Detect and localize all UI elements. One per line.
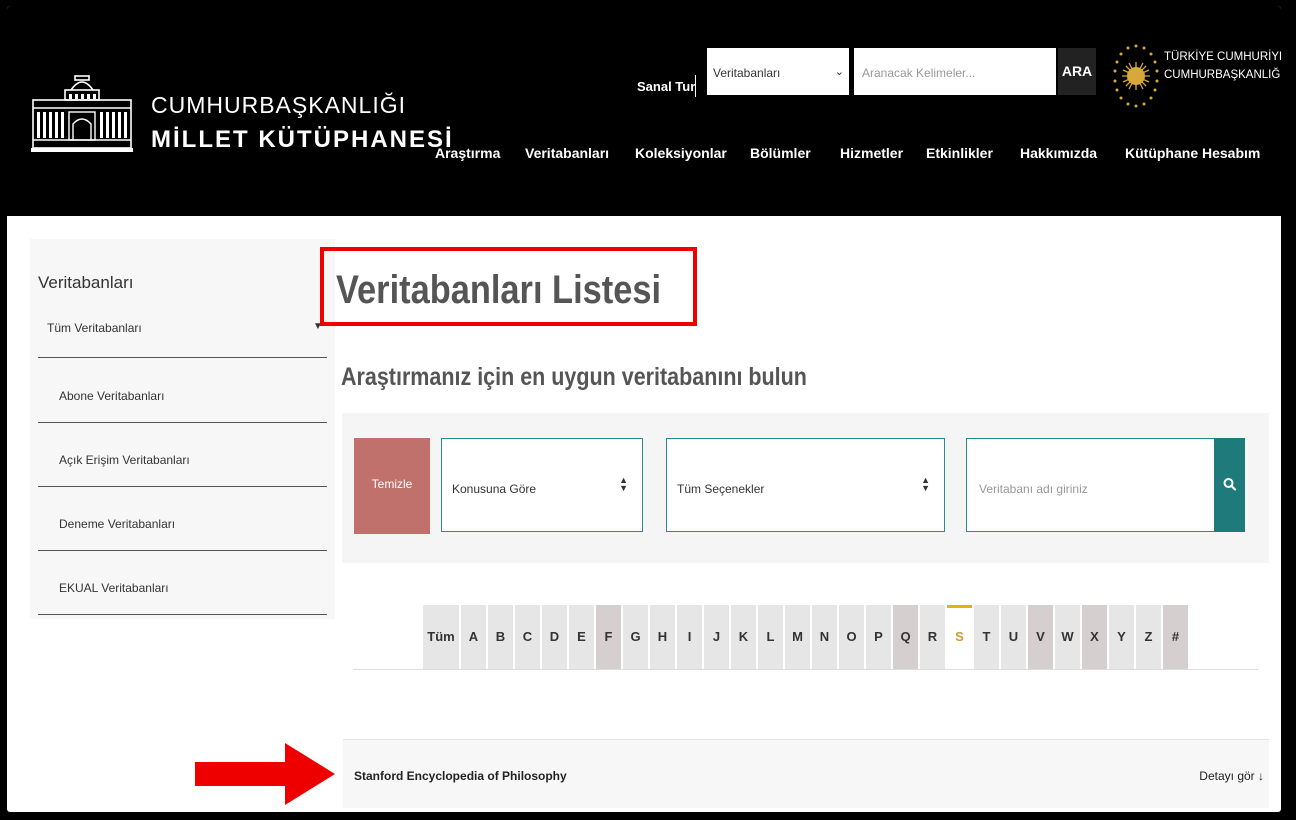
- subject-select-value: Konusuna Göre: [452, 482, 537, 496]
- search-scope-value: Veritabanları: [713, 66, 781, 80]
- alphabet-tab-z[interactable]: Z: [1136, 605, 1161, 669]
- alphabet-tab-r[interactable]: R: [920, 605, 945, 669]
- options-select[interactable]: Tüm Seçenekler ▲ ▼: [666, 438, 945, 532]
- alphabet-tab-a[interactable]: A: [461, 605, 486, 669]
- options-select-value: Tüm Seçenekler: [677, 482, 765, 496]
- database-name-placeholder: Veritabanı adı giriniz: [979, 482, 1088, 496]
- divider: [38, 486, 327, 487]
- alphabet-tab-m[interactable]: M: [785, 605, 810, 669]
- sort-arrows-icon: ▲ ▼: [921, 475, 930, 493]
- sidebar-title: Veritabanları: [38, 273, 134, 292]
- nav-veritabanlari[interactable]: Veritabanları: [525, 145, 609, 161]
- nav-hakkimizda[interactable]: Hakkımızda: [1020, 145, 1097, 161]
- chevron-down-icon: ⌄: [834, 66, 844, 78]
- divider: [353, 669, 1258, 670]
- database-name-input[interactable]: Veritabanı adı giriniz: [966, 438, 1216, 532]
- arrow-right-icon: [195, 743, 335, 805]
- sidebar-item-deneme[interactable]: Deneme Veritabanları: [59, 517, 175, 531]
- highlight-annotation-box: [320, 247, 697, 326]
- alphabet-tab-p[interactable]: P: [866, 605, 891, 669]
- clear-button[interactable]: Temizle: [354, 438, 430, 534]
- alphabet-tab-tüm[interactable]: Tüm: [423, 605, 459, 669]
- gov-text-line1: TÜRKİYE CUMHURİYETİ: [1164, 51, 1281, 63]
- alphabet-tab-i[interactable]: I: [677, 605, 702, 669]
- browser-page: CUMHURBAŞKANLIĞI MİLLET KÜTÜPHANESİ Sana…: [7, 6, 1281, 812]
- alphabet-tab-n[interactable]: N: [812, 605, 837, 669]
- details-link[interactable]: Detayı gör ↓: [1199, 769, 1264, 783]
- nav-bolumler[interactable]: Bölümler: [750, 145, 811, 161]
- alphabet-tab-t[interactable]: T: [974, 605, 999, 669]
- nav-hizmetler[interactable]: Hizmetler: [840, 145, 903, 161]
- site-header: CUMHURBAŞKANLIĞI MİLLET KÜTÜPHANESİ Sana…: [7, 6, 1281, 216]
- nav-etkinlikler[interactable]: Etkinlikler: [926, 145, 993, 161]
- search-button[interactable]: ARA: [1058, 48, 1096, 95]
- alphabet-tab-b[interactable]: B: [488, 605, 513, 669]
- nav-arastirma[interactable]: Araştırma: [435, 145, 500, 161]
- nav-koleksiyonlar[interactable]: Koleksiyonlar: [635, 145, 727, 161]
- list-item[interactable]: Stanford Encyclopedia of Philosophy Deta…: [343, 739, 1269, 808]
- divider: [38, 422, 327, 423]
- page-subtitle: Araştırmanız için en uygun veritabanını …: [341, 363, 807, 391]
- library-building-icon: [31, 75, 133, 152]
- search-scope-select[interactable]: Veritabanları ⌄: [707, 48, 849, 95]
- alphabet-tab-d[interactable]: D: [542, 605, 567, 669]
- search-icon: [1223, 478, 1237, 491]
- alphabet-tab-c[interactable]: C: [515, 605, 540, 669]
- logo-text-line2: MİLLET KÜTÜPHANESİ: [151, 126, 454, 153]
- alphabet-tab-s[interactable]: S: [947, 605, 972, 669]
- alphabet-tab-l[interactable]: L: [758, 605, 783, 669]
- sort-arrows-icon: ▲ ▼: [619, 475, 628, 493]
- alphabet-tab-f[interactable]: F: [596, 605, 621, 669]
- keyword-search-placeholder: Aranacak Kelimeler...: [862, 66, 976, 80]
- sidebar-item-tum-veritabanlari[interactable]: Tüm Veritabanları: [47, 321, 142, 335]
- nav-kutuphane-hesabim[interactable]: Kütüphane Hesabım: [1125, 145, 1260, 161]
- alphabet-tab-h[interactable]: H: [650, 605, 675, 669]
- filter-panel: Temizle Konusuna Göre ▲ ▼ Tüm Seçenekler …: [342, 413, 1269, 563]
- alphabet-tab-j[interactable]: J: [704, 605, 729, 669]
- sidebar-item-acik-erisim[interactable]: Açık Erişim Veritabanları: [59, 453, 190, 467]
- alphabet-tab-y[interactable]: Y: [1109, 605, 1134, 669]
- database-search-button[interactable]: [1214, 438, 1245, 532]
- alphabet-tab-o[interactable]: O: [839, 605, 864, 669]
- alphabet-tab-q[interactable]: Q: [893, 605, 918, 669]
- divider: [38, 550, 327, 551]
- alphabet-tab-k[interactable]: K: [731, 605, 756, 669]
- divider: [38, 614, 327, 615]
- sidebar-item-abone[interactable]: Abone Veritabanları: [59, 389, 164, 403]
- alphabet-tab-v[interactable]: V: [1028, 605, 1053, 669]
- alphabet-tab-e[interactable]: E: [569, 605, 594, 669]
- subject-select[interactable]: Konusuna Göre ▲ ▼: [441, 438, 643, 532]
- sidebar-item-ekual[interactable]: EKUAL Veritabanları: [59, 581, 169, 595]
- alphabet-tab-w[interactable]: W: [1055, 605, 1080, 669]
- database-name[interactable]: Stanford Encyclopedia of Philosophy: [354, 769, 567, 783]
- alphabet-tab-u[interactable]: U: [1001, 605, 1026, 669]
- logo-text-line1: CUMHURBAŞKANLIĞI: [151, 92, 406, 118]
- virtual-tour-link[interactable]: Sanal Tur: [637, 79, 695, 94]
- alphabet-tab-g[interactable]: G: [623, 605, 648, 669]
- sidebar: Veritabanları Tüm Veritabanları ▼ Abone …: [30, 239, 335, 619]
- divider: [38, 357, 327, 358]
- gov-text-line2: CUMHURBAŞKANLIĞI: [1164, 69, 1281, 81]
- keyword-search-input[interactable]: Aranacak Kelimeler...: [854, 48, 1056, 95]
- alphabet-tab-x[interactable]: X: [1082, 605, 1107, 669]
- alphabet-tab-hash[interactable]: #: [1163, 605, 1188, 669]
- library-logo[interactable]: CUMHURBAŞKANLIĞI MİLLET KÜTÜPHANESİ: [27, 70, 452, 153]
- presidency-seal-icon[interactable]: [1113, 40, 1159, 112]
- divider: [695, 75, 696, 97]
